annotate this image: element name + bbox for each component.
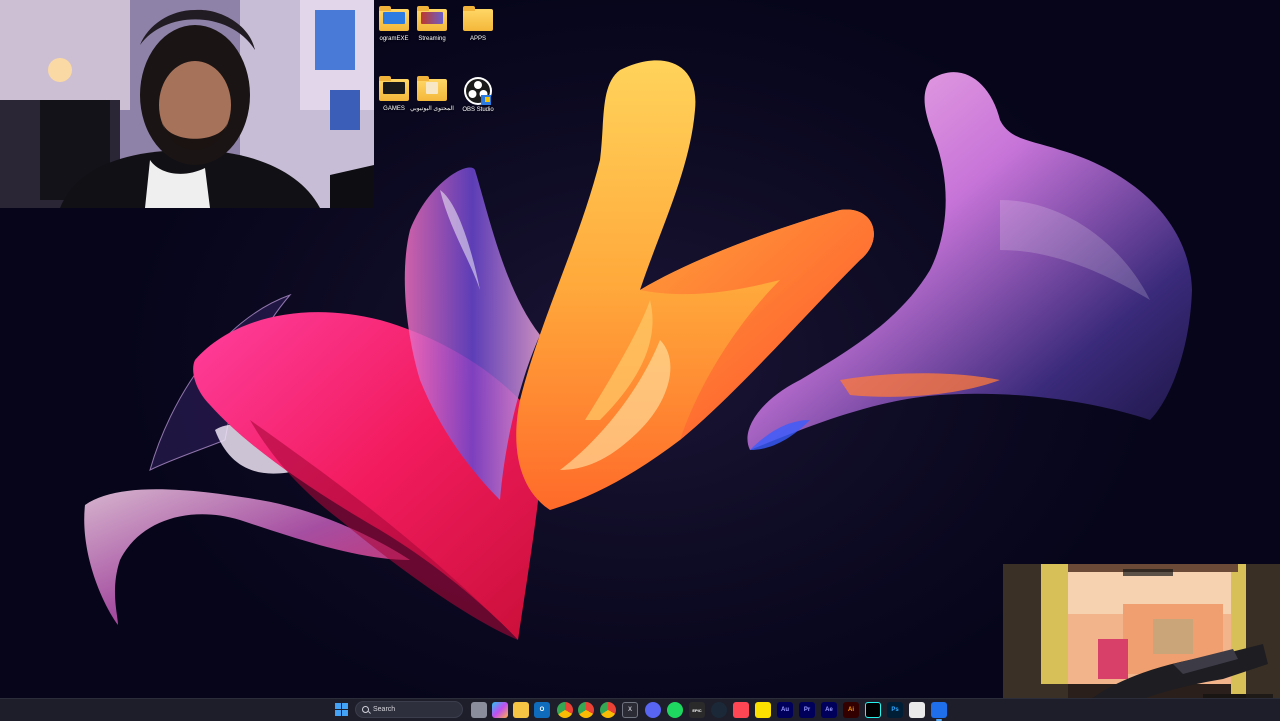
sticky-notes-icon[interactable]: [755, 702, 771, 718]
desktop-icon-label: Streaming: [418, 36, 446, 42]
vs-code-icon[interactable]: [931, 702, 947, 721]
windows-logo-icon: [335, 703, 341, 709]
desktop-icon-label: OBS Studio: [462, 107, 494, 113]
epic-games-icon[interactable]: EPIC: [689, 702, 705, 718]
steam-icon[interactable]: [711, 702, 727, 718]
search-label: Search: [373, 706, 396, 713]
game-capture-feed: [1003, 564, 1280, 698]
game-capture-overlay: [1003, 564, 1280, 698]
discord-icon[interactable]: [645, 702, 661, 718]
taskbar-search-box[interactable]: Search: [355, 701, 463, 718]
after-effects-icon[interactable]: Ae: [821, 702, 837, 718]
file-explorer-icon[interactable]: [471, 702, 487, 718]
premiere-pro-icon[interactable]: Pr: [799, 702, 815, 718]
webcam-feed: [0, 0, 374, 208]
obs-studio-icon: [464, 77, 492, 105]
desktop: ogramEXE Streaming APPS GAMES المحتوى ال…: [0, 0, 1280, 698]
photoshop-icon[interactable]: Ps: [887, 702, 903, 718]
folder-with-preview-icon: [417, 6, 447, 31]
illustrator-icon[interactable]: Ai: [843, 702, 859, 718]
audition-icon[interactable]: Au: [777, 702, 793, 718]
valorant-icon[interactable]: [733, 702, 749, 718]
copilot-icon[interactable]: [492, 702, 508, 718]
tiktok-icon[interactable]: [865, 702, 881, 718]
capcut-icon[interactable]: [909, 702, 925, 718]
desktop-icon-label: المحتوى اليوتيوبي: [410, 106, 454, 112]
taskbar: Search O X EPIC Au Pr Ae Ai Ps: [0, 698, 1280, 721]
outlook-icon[interactable]: O: [534, 702, 550, 718]
desktop-icon-apps[interactable]: APPS: [456, 6, 500, 43]
folder-with-preview-icon: [379, 6, 409, 31]
start-button[interactable]: [334, 702, 350, 718]
desktop-icons: ogramEXE Streaming APPS GAMES المحتوى ال…: [372, 6, 504, 136]
folder-icon: [463, 6, 493, 31]
folder-with-preview-icon: [379, 76, 409, 101]
spotify-icon[interactable]: [667, 702, 683, 718]
desktop-icon-label: APPS: [469, 36, 486, 42]
folder-with-preview-icon: [417, 76, 447, 101]
chrome-icon[interactable]: [557, 702, 573, 718]
search-icon: [362, 706, 369, 713]
xbox-icon[interactable]: X: [622, 702, 638, 718]
chrome-canary-icon[interactable]: [578, 702, 594, 718]
desktop-icon-streaming[interactable]: Streaming: [410, 6, 454, 43]
files-app-icon[interactable]: [513, 702, 529, 718]
desktop-icon-youtube-content[interactable]: المحتوى اليوتيوبي: [410, 76, 454, 113]
webcam-overlay: [0, 0, 374, 208]
desktop-icon-obs-studio[interactable]: OBS Studio: [456, 74, 500, 114]
chrome-profile-icon[interactable]: [600, 702, 616, 718]
